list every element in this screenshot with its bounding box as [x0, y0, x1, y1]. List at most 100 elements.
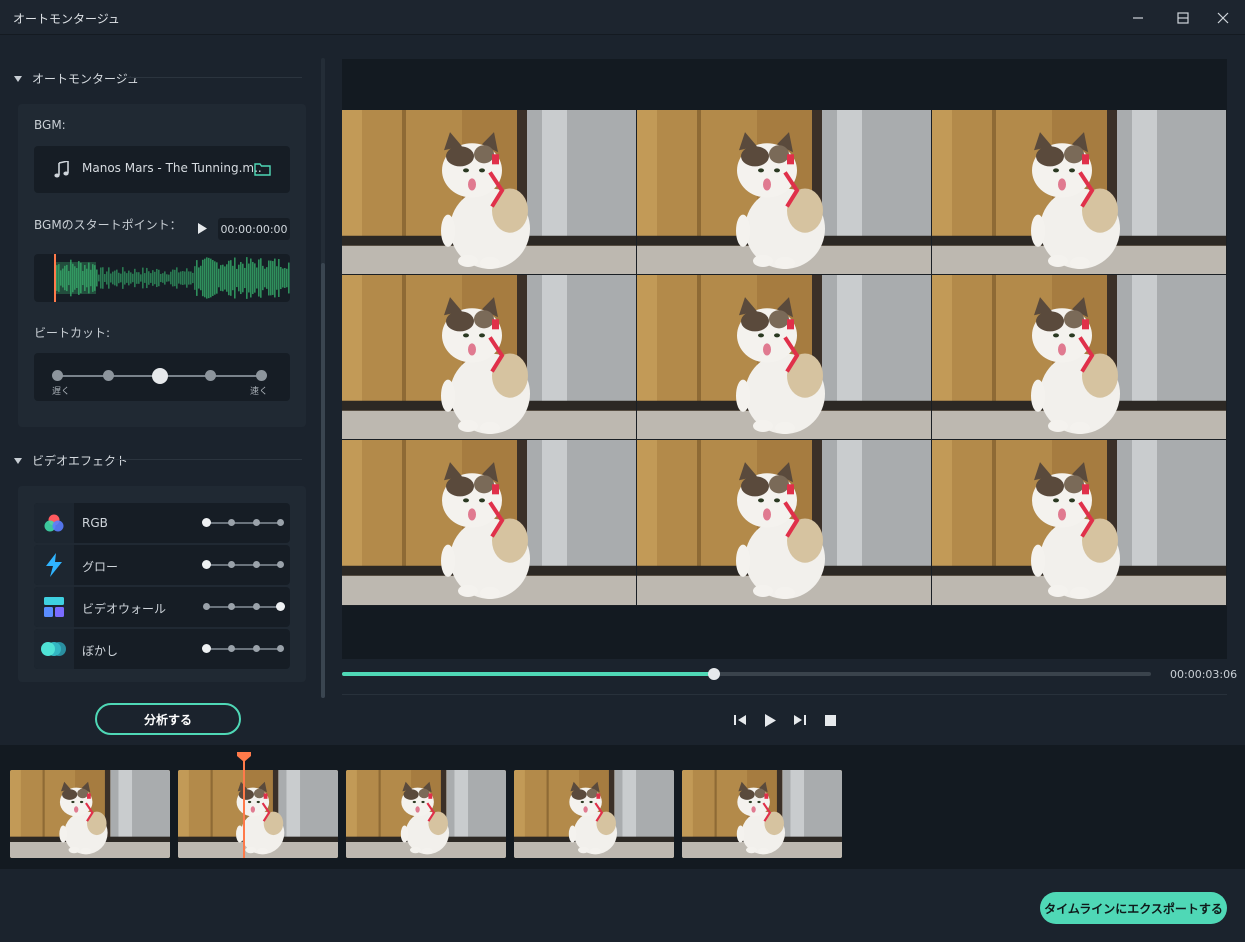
- play-button[interactable]: [761, 711, 779, 729]
- playhead-handle-icon[interactable]: [237, 752, 251, 762]
- cat-video-frame: [637, 440, 931, 605]
- progress-fill: [342, 672, 715, 676]
- video-wall-tile: [637, 110, 932, 275]
- export-to-timeline-button[interactable]: タイムラインにエクスポートする: [1040, 892, 1227, 924]
- progress-knob[interactable]: [708, 668, 721, 680]
- effect-name: RGB: [82, 516, 108, 530]
- timeline-clip[interactable]: [682, 770, 842, 858]
- video-effect-section-header[interactable]: ビデオエフェクト: [14, 452, 128, 469]
- effect-intensity-slider[interactable]: [202, 560, 284, 569]
- beat-cut-step-2[interactable]: [103, 370, 114, 381]
- beat-cut-slider[interactable]: 遅く 速く: [34, 353, 290, 401]
- close-icon: [1217, 12, 1229, 24]
- effect-intensity-slider[interactable]: [202, 644, 284, 653]
- folder-icon[interactable]: [254, 162, 271, 176]
- effect-intensity-slider[interactable]: [203, 602, 285, 611]
- collapse-triangle-icon: [14, 457, 22, 464]
- auto-montage-section-header[interactable]: オートモンタージュ: [14, 70, 139, 87]
- maximize-icon: [1177, 12, 1189, 24]
- beat-cut-step-5[interactable]: [256, 370, 267, 381]
- video-wall-tile: [637, 440, 932, 606]
- video-wall-tile: [932, 440, 1227, 606]
- effect-name: グロー: [82, 560, 119, 574]
- step-forward-icon: [794, 715, 806, 725]
- cat-video-frame: [10, 770, 170, 858]
- window-title: オートモンタージュ: [13, 12, 120, 26]
- title-bar: オートモンタージュ: [0, 0, 1245, 35]
- auto-montage-section-title: オートモンタージュ: [32, 72, 139, 86]
- close-button[interactable]: [1205, 6, 1241, 30]
- analyze-button[interactable]: 分析する: [95, 703, 241, 735]
- section-divider: [120, 77, 302, 78]
- video-wall-tile: [932, 110, 1227, 275]
- cat-video-frame: [637, 275, 931, 439]
- video-effect-section-title: ビデオエフェクト: [32, 454, 129, 468]
- effect-row-rgb[interactable]: RGB: [34, 503, 290, 543]
- maximize-button[interactable]: [1165, 6, 1201, 30]
- minimize-icon: [1133, 17, 1143, 19]
- music-note-icon: [54, 161, 69, 178]
- effect-row-video-wall[interactable]: ビデオウォール: [34, 587, 290, 627]
- beat-cut-label: ビートカット:: [34, 326, 111, 340]
- waveform-start-marker[interactable]: [54, 254, 56, 302]
- rgb-icon: [34, 503, 74, 543]
- effect-row-glow[interactable]: グロー: [34, 545, 290, 585]
- play-icon: [765, 713, 776, 727]
- video-wall-tile: [932, 275, 1227, 440]
- cat-video-frame: [682, 770, 842, 858]
- bgm-file-name: Manos Mars - The Tunning.m..: [82, 161, 262, 175]
- video-wall-icon: [34, 587, 74, 627]
- bgm-start-time-field[interactable]: 00:00:00:00: [218, 218, 290, 240]
- video-wall-tile: [342, 440, 637, 606]
- bgm-label: BGM:: [34, 118, 66, 132]
- playback-progress-bar[interactable]: [342, 668, 1151, 680]
- waveform-graphic: [56, 257, 290, 299]
- effect-row-blur[interactable]: ぼかし: [34, 629, 290, 669]
- timeline-clip[interactable]: [514, 770, 674, 858]
- beat-cut-slow-label: 遅く: [52, 387, 71, 397]
- effect-name: ビデオウォール: [82, 602, 167, 616]
- collapse-triangle-icon: [14, 75, 22, 82]
- stop-icon: [824, 714, 836, 726]
- video-preview[interactable]: [342, 59, 1227, 659]
- glow-bolt-icon: [34, 545, 74, 585]
- bgm-file-box[interactable]: Manos Mars - The Tunning.m..: [34, 146, 290, 193]
- scrollbar-thumb[interactable]: [321, 263, 325, 698]
- cat-video-frame: [342, 110, 636, 274]
- section-divider: [108, 459, 302, 460]
- effect-intensity-slider[interactable]: [202, 518, 284, 527]
- video-wall-tile: [637, 275, 932, 440]
- cat-video-frame: [342, 275, 636, 439]
- cat-video-frame: [932, 440, 1226, 605]
- stop-button[interactable]: [821, 711, 839, 729]
- clip-timeline[interactable]: [0, 745, 1245, 869]
- cat-video-frame: [637, 110, 931, 274]
- cat-video-frame: [932, 110, 1226, 274]
- timeline-clip[interactable]: [346, 770, 506, 858]
- beat-cut-fast-label: 速く: [250, 387, 269, 397]
- cat-video-frame: [514, 770, 674, 858]
- cat-video-frame: [932, 275, 1226, 439]
- timeline-playhead[interactable]: [243, 753, 245, 858]
- left-panel-scrollbar[interactable]: [321, 58, 325, 698]
- beat-cut-step-1[interactable]: [52, 370, 63, 381]
- minimize-button[interactable]: [1120, 6, 1156, 30]
- cat-video-frame: [342, 440, 636, 605]
- beat-cut-step-3-selected[interactable]: [152, 368, 168, 384]
- blur-icon: [34, 629, 74, 669]
- timeline-clip[interactable]: [10, 770, 170, 858]
- cat-video-frame: [346, 770, 506, 858]
- bgm-start-point-label: BGMのスタートポイント：: [34, 218, 182, 232]
- step-back-icon: [734, 715, 746, 725]
- next-frame-button[interactable]: [791, 711, 809, 729]
- video-wall-grid: [342, 110, 1227, 606]
- cat-video-frame: [178, 770, 338, 858]
- total-duration: 00:00:03:06: [1170, 668, 1238, 681]
- bgm-preview-play-icon[interactable]: [198, 223, 207, 234]
- bgm-waveform[interactable]: [34, 254, 290, 302]
- beat-cut-step-4[interactable]: [205, 370, 216, 381]
- video-wall-tile: [342, 110, 637, 275]
- prev-frame-button[interactable]: [731, 711, 749, 729]
- divider: [342, 694, 1227, 695]
- timeline-clip[interactable]: [178, 770, 338, 858]
